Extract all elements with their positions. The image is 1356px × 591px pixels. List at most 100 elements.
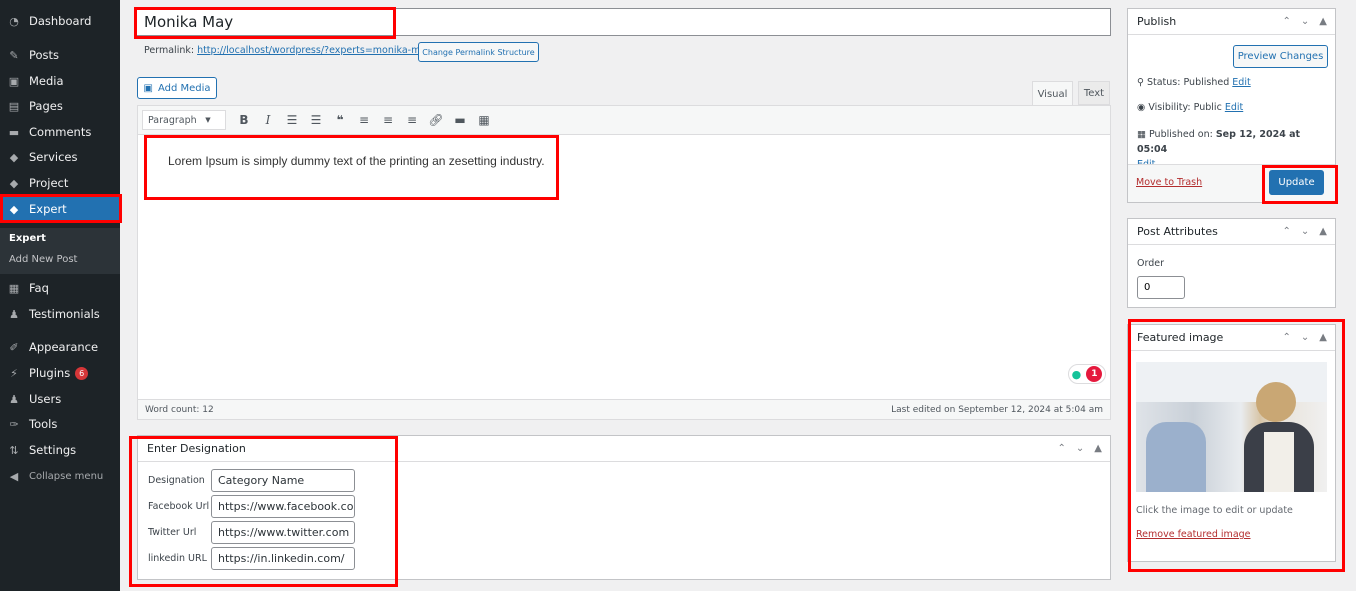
field-label: linkedin URL	[148, 553, 207, 564]
tab-visual[interactable]: Visual	[1032, 81, 1073, 106]
eye-icon: ◉	[1137, 102, 1149, 113]
toolbar-toggle-icon[interactable]: ▦	[472, 113, 496, 127]
update-button[interactable]: Update	[1269, 170, 1324, 195]
link-icon[interactable]: 🔗︎	[424, 113, 448, 127]
dashboard-icon: ◔	[9, 14, 19, 28]
sidebar-item-appearance[interactable]: ✐ Appearance	[0, 334, 120, 360]
media-icon: ▣	[143, 82, 153, 94]
move-up-icon[interactable]: ⌃	[1283, 16, 1291, 27]
featured-hint: Click the image to edit or update	[1136, 505, 1293, 516]
sidebar-item-dashboard[interactable]: ◔ Dashboard	[0, 8, 120, 34]
plugins-update-badge: 6	[75, 366, 89, 380]
sidebar-item-plugins[interactable]: ⚡ Plugins 6	[0, 360, 120, 386]
word-count: Word count: 12	[145, 404, 214, 415]
field-input-2[interactable]	[211, 521, 355, 544]
featured-image[interactable]	[1136, 362, 1327, 492]
align-right-icon[interactable]: ≡	[400, 113, 424, 127]
permalink-url[interactable]: http://localhost/wordpress/?experts=moni…	[197, 45, 432, 56]
calendar-icon: ▦	[1137, 129, 1149, 140]
field-label: Twitter Url	[148, 527, 197, 538]
grammarly-icon: ●	[1071, 367, 1082, 381]
sidebar-item-users[interactable]: ♟ Users	[0, 386, 120, 412]
add-media-button[interactable]: ▣ Add Media	[137, 77, 217, 99]
designation-title: Enter Designation	[147, 442, 246, 455]
tab-text[interactable]: Text	[1078, 81, 1110, 105]
move-down-icon[interactable]: ⌄	[1076, 443, 1084, 454]
sidebar-item-tools[interactable]: ✑ Tools	[0, 411, 120, 437]
designation-metabox: Enter Designation ⌃ ⌄ ▲ Designation Faceboo…	[137, 435, 1111, 580]
sidebar-item-faq[interactable]: ▦ Faq	[0, 275, 120, 301]
bullet-list-icon[interactable]: ☰	[280, 113, 304, 127]
edit-status-link[interactable]: Edit	[1232, 77, 1250, 88]
last-edited: Last edited on September 12, 2024 at 5:0…	[891, 404, 1103, 415]
designation-field-row: linkedin URL	[148, 547, 1110, 570]
attributes-title: Post Attributes	[1137, 225, 1218, 238]
move-up-icon[interactable]: ⌃	[1283, 226, 1291, 237]
pin-icon: ⚲	[1137, 77, 1147, 88]
remove-featured-image-link[interactable]: Remove featured image	[1136, 529, 1251, 540]
sidebar-item-settings[interactable]: ⇅ Settings	[0, 437, 120, 463]
wrench-icon: ✑	[9, 417, 19, 431]
move-down-icon[interactable]: ⌄	[1301, 226, 1309, 237]
toggle-icon[interactable]: ▲	[1319, 16, 1327, 27]
sidebar-item-project[interactable]: ◆ Project	[0, 170, 120, 196]
editor-content[interactable]: Lorem Ipsum is simply dummy text of the …	[168, 154, 545, 168]
field-input-1[interactable]	[211, 495, 355, 518]
move-down-icon[interactable]: ⌄	[1301, 16, 1309, 27]
italic-icon[interactable]: I	[256, 113, 280, 127]
edit-visibility-link[interactable]: Edit	[1225, 102, 1243, 113]
toggle-icon[interactable]: ▲	[1319, 226, 1327, 237]
sidebar-item-pages[interactable]: ▤ Pages	[0, 93, 120, 119]
sidebar-item-testimonials[interactable]: ♟ Testimonials	[0, 301, 120, 327]
blockquote-icon[interactable]: ❝	[328, 113, 352, 127]
editor-toolbar: Paragraph ▼ B I ☰ ☰ ❝ ≡ ≡ ≡ 🔗︎ ▬ ▦	[138, 106, 1110, 135]
read-more-icon[interactable]: ▬	[448, 113, 472, 127]
order-label: Order	[1137, 258, 1164, 269]
field-label: Designation	[148, 475, 205, 486]
align-left-icon[interactable]: ≡	[352, 113, 376, 127]
visibility-row: ◉ Visibility: Public Edit	[1137, 102, 1244, 113]
plugin-icon: ⚡	[10, 366, 18, 380]
publish-metabox: Publish ⌃ ⌄ ▲ Preview Changes ⚲ Status: Pu…	[1127, 8, 1336, 203]
comment-icon: ▬	[8, 125, 20, 139]
change-permalink-button[interactable]: Change Permalink Structure	[418, 42, 539, 62]
move-down-icon[interactable]: ⌄	[1301, 332, 1309, 343]
featured-image-metabox: Featured image ⌃ ⌄ ▲ Click the image to ed…	[1127, 324, 1336, 562]
sidebar-item-services[interactable]: ◆ Services	[0, 144, 120, 170]
move-up-icon[interactable]: ⌃	[1283, 332, 1291, 343]
toggle-icon[interactable]: ▲	[1319, 332, 1327, 343]
field-label: Facebook Url	[148, 501, 210, 512]
move-to-trash-link[interactable]: Move to Trash	[1136, 177, 1202, 188]
grammarly-count: 1	[1086, 366, 1103, 382]
sidebar-item-media[interactable]: ▣ Media	[0, 68, 120, 94]
users-icon: ♟	[9, 392, 19, 406]
bold-icon[interactable]: B	[232, 113, 256, 127]
editor-statusbar: Word count: 12 Last edited on September …	[138, 399, 1110, 419]
user-icon: ♟	[9, 307, 19, 321]
numbered-list-icon[interactable]: ☰	[304, 113, 328, 127]
format-select[interactable]: Paragraph ▼	[142, 110, 226, 130]
field-input-3[interactable]	[211, 547, 355, 570]
featured-title: Featured image	[1137, 331, 1224, 344]
settings-icon: ⇅	[9, 443, 19, 457]
pin-icon: ✎	[9, 48, 19, 62]
tag-icon: ◆	[9, 176, 19, 190]
submenu-expert[interactable]: Expert	[0, 228, 120, 249]
media-icon: ▣	[8, 74, 20, 88]
move-up-icon[interactable]: ⌃	[1058, 443, 1066, 454]
designation-field-row: Twitter Url	[148, 521, 1110, 544]
toggle-icon[interactable]: ▲	[1094, 443, 1102, 454]
sidebar-item-expert[interactable]: ◆ Expert	[0, 196, 120, 222]
order-input[interactable]	[1137, 276, 1185, 299]
sidebar-item-collapse-menu[interactable]: ◀ Collapse menu	[0, 463, 120, 489]
post-title-input[interactable]	[135, 8, 1111, 36]
align-center-icon[interactable]: ≡	[376, 113, 400, 127]
faq-icon: ▦	[8, 281, 20, 295]
sidebar-item-comments[interactable]: ▬ Comments	[0, 119, 120, 145]
publish-title: Publish	[1137, 15, 1177, 28]
field-input-0[interactable]	[211, 469, 355, 492]
grammarly-widget[interactable]: ● 1	[1068, 364, 1106, 384]
sidebar-item-posts[interactable]: ✎ Posts	[0, 42, 120, 68]
submenu-add-new-post[interactable]: Add New Post	[0, 249, 120, 270]
preview-changes-button[interactable]: Preview Changes	[1233, 45, 1328, 68]
